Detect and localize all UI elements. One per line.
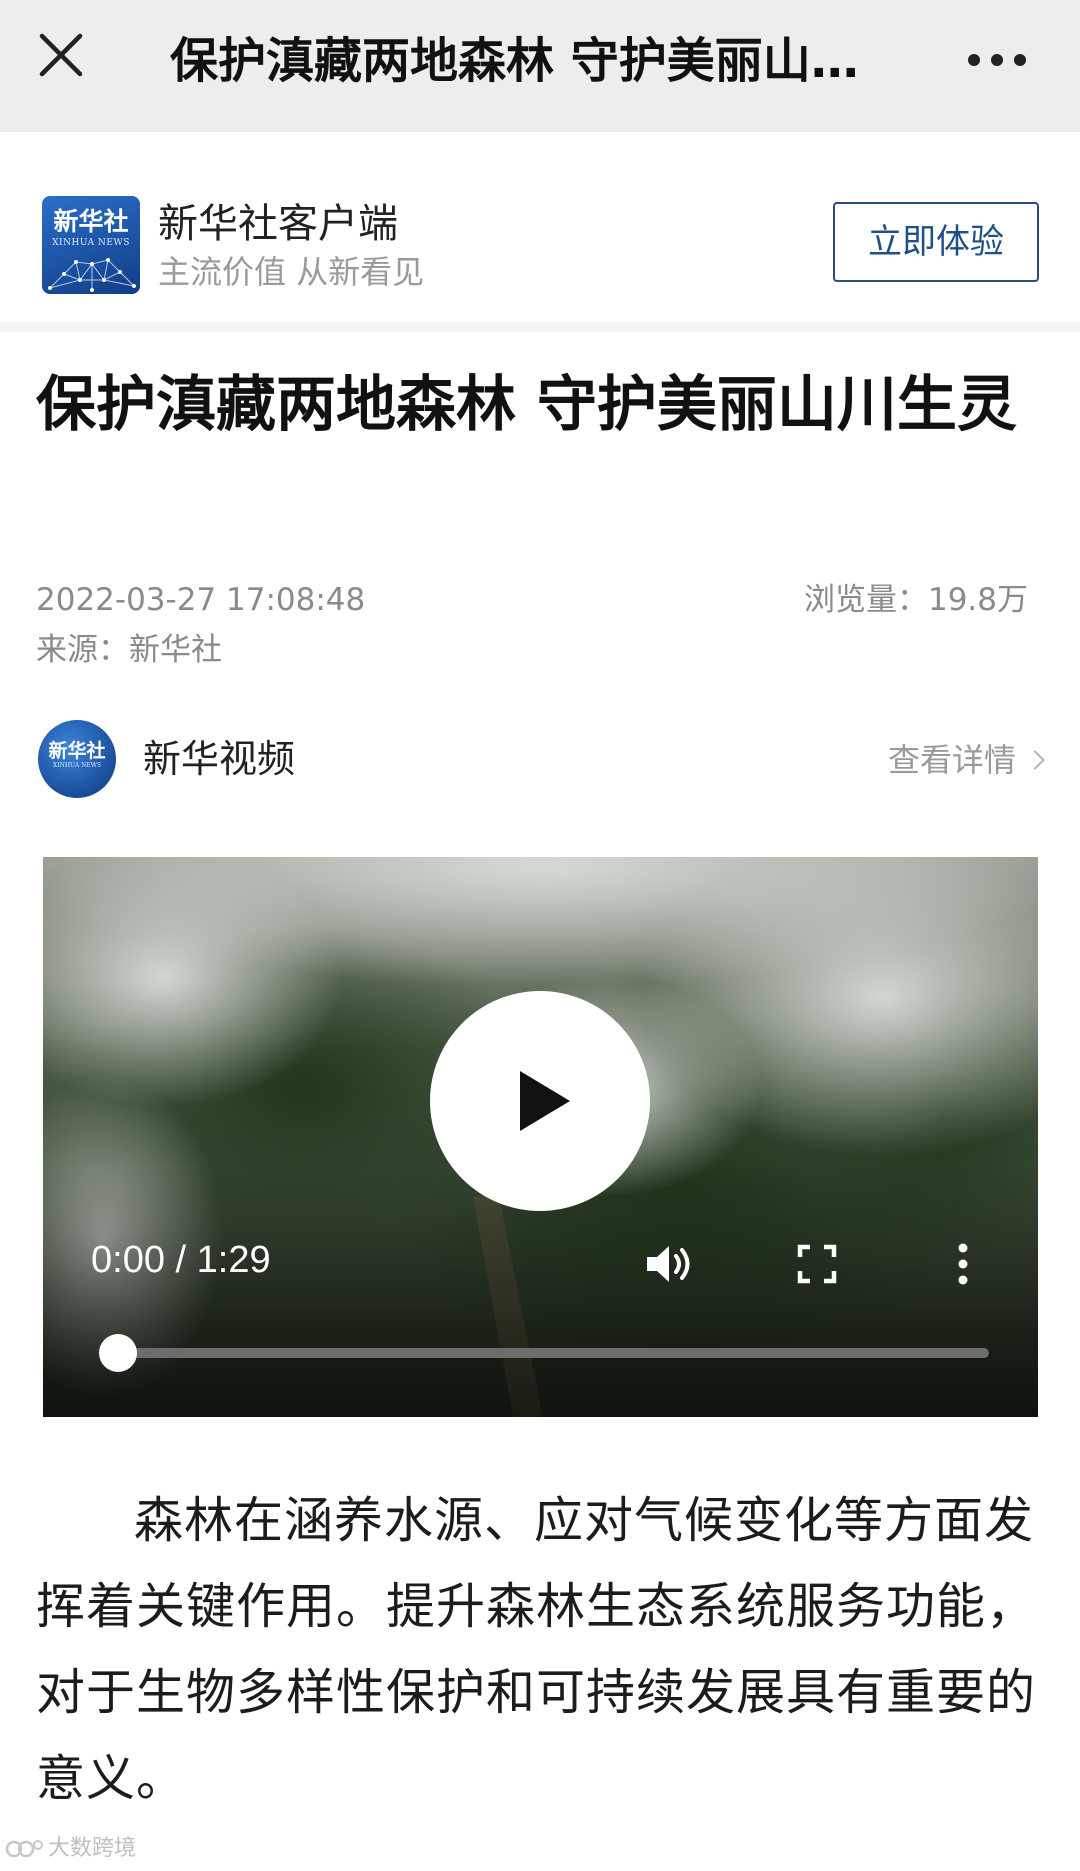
account-name[interactable]: 新华视频 [143,736,295,782]
app-slogan: 主流价值 从新看见 [158,253,425,291]
view-details-label: 查看详情 [887,741,1016,779]
progress-track[interactable] [109,1348,989,1358]
top-navbar: 保护滇藏两地森林 守护美丽山… [0,0,1080,132]
video-player[interactable]: 0:00 / 1:29 [43,857,1038,1417]
chevron-right-icon [1025,750,1045,770]
nav-title: 保护滇藏两地森林 守护美丽山… [170,33,859,89]
article-title: 保护滇藏两地森林 守护美丽山川生灵 [36,370,1017,440]
fullscreen-icon[interactable] [797,1244,837,1284]
account-avatar[interactable]: 新华社 XINHUA NEWS [38,720,116,798]
article-paragraph: 森林在涵养水源、应对气候变化等方面发挥着关键作用。提升森林生态系统服务功能，对于… [36,1492,1037,1807]
network-graphic-icon [48,258,136,292]
app-logo-subtext: XINHUA NEWS [52,238,130,248]
avatar-subtext: XINHUA NEWS [52,762,102,769]
app-banner: 新华社 XINHUA NEWS 新华社客户端 主流价值 从新看见 立即体验 [0,132,1080,332]
play-icon [520,1071,570,1131]
more-horizontal-icon[interactable] [966,40,1028,80]
app-logo-text: 新华社 [53,207,129,236]
play-button[interactable] [430,991,650,1211]
more-vertical-icon[interactable] [953,1240,973,1288]
video-time: 0:00 / 1:29 [91,1239,271,1281]
watermark: 大数跨境 [4,1830,144,1868]
view-details-link[interactable]: 查看详情 [887,740,1045,780]
avatar-text: 新华社 [48,740,106,762]
progress-thumb[interactable] [99,1334,137,1372]
watermark-logo-icon [5,1840,43,1858]
close-icon[interactable] [36,30,86,80]
try-now-button[interactable]: 立即体验 [833,202,1039,282]
publish-date: 2022-03-27 17:08:48 [36,582,366,618]
volume-icon[interactable] [643,1242,697,1286]
article-source: 来源：新华社 [36,632,222,668]
view-count: 浏览量：19.8万 [803,582,1028,618]
app-logo: 新华社 XINHUA NEWS [42,196,140,294]
watermark-text: 大数跨境 [48,1836,137,1861]
app-name: 新华社客户端 [158,201,398,247]
